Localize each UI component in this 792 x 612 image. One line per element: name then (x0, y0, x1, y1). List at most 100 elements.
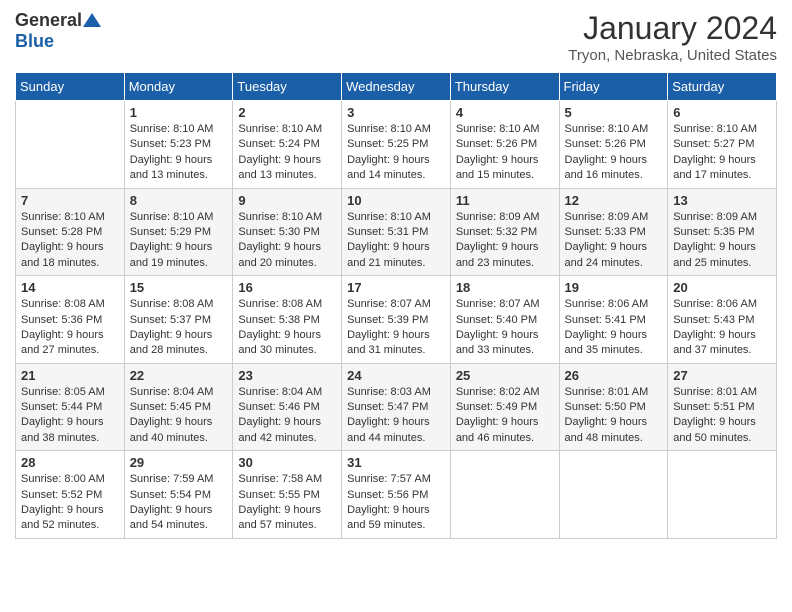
calendar-cell: 24 Sunrise: 8:03 AMSunset: 5:47 PMDayligh… (342, 363, 451, 451)
calendar-cell: 17Sunrise: 8:07 AMSunset: 5:39 PMDayligh… (342, 276, 451, 364)
header-cell-friday: Friday (559, 73, 668, 101)
calendar-cell: 8Sunrise: 8:10 AMSunset: 5:29 PMDaylight… (124, 188, 233, 276)
day-number: 25 (456, 368, 554, 383)
day-number: 9 (238, 193, 336, 208)
day-number: 31 (347, 455, 445, 470)
calendar-cell: 30 Sunrise: 7:58 AMSunset: 5:55 PMDayligh… (233, 451, 342, 539)
day-info: Sunrise: 8:06 AMSunset: 5:43 PMDaylight:… (673, 297, 771, 359)
day-number: 30 (238, 455, 336, 470)
header-row: SundayMondayTuesdayWednesdayThursdayFrid… (16, 73, 777, 101)
day-number: 11 (456, 193, 554, 208)
day-info: Sunrise: 8:08 AMSunset: 5:37 PMDaylight:… (130, 297, 228, 359)
day-number: 19 (565, 280, 663, 295)
day-info: Sunrise: 8:02 AMSunset: 5:49 PMDaylight:… (456, 385, 554, 447)
calendar-cell: 20 Sunrise: 8:06 AMSunset: 5:43 PMDayligh… (668, 276, 777, 364)
day-number: 26 (565, 368, 663, 383)
day-number: 18 (456, 280, 554, 295)
day-number: 21 (21, 368, 119, 383)
week-row-5: 28Sunrise: 8:00 AMSunset: 5:52 PMDayligh… (16, 451, 777, 539)
day-info: Sunrise: 8:08 AMSunset: 5:36 PMDaylight:… (21, 297, 119, 359)
calendar-cell: 6Sunrise: 8:10 AMSunset: 5:27 PMDaylight… (668, 101, 777, 189)
day-info: Sunrise: 8:01 AMSunset: 5:50 PMDaylight:… (565, 385, 663, 447)
day-number: 20 (673, 280, 771, 295)
calendar-cell: 1Sunrise: 8:10 AMSunset: 5:23 PMDaylight… (124, 101, 233, 189)
calendar-cell (559, 451, 668, 539)
day-info: Sunrise: 8:06 AMSunset: 5:41 PMDaylight:… (565, 297, 663, 359)
calendar-cell: 15 Sunrise: 8:08 AMSunset: 5:37 PMDayligh… (124, 276, 233, 364)
calendar-cell: 29Sunrise: 7:59 AMSunset: 5:54 PMDayligh… (124, 451, 233, 539)
calendar-cell: 14 Sunrise: 8:08 AMSunset: 5:36 PMDayligh… (16, 276, 125, 364)
calendar-table: SundayMondayTuesdayWednesdayThursdayFrid… (15, 72, 777, 539)
calendar-cell (668, 451, 777, 539)
day-info: Sunrise: 8:10 AMSunset: 5:29 PMDaylight:… (130, 210, 228, 272)
week-row-3: 14 Sunrise: 8:08 AMSunset: 5:36 PMDayligh… (16, 276, 777, 364)
calendar-cell: 13 Sunrise: 8:09 AMSunset: 5:35 PMDayligh… (668, 188, 777, 276)
calendar-cell: 4 Sunrise: 8:10 AMSunset: 5:26 PMDaylight… (450, 101, 559, 189)
header-cell-wednesday: Wednesday (342, 73, 451, 101)
calendar-cell: 3Sunrise: 8:10 AMSunset: 5:25 PMDaylight… (342, 101, 451, 189)
day-info: Sunrise: 8:05 AMSunset: 5:44 PMDaylight:… (21, 385, 119, 447)
main-title: January 2024 (568, 10, 777, 47)
logo-blue: Blue (15, 31, 54, 51)
week-row-2: 7 Sunrise: 8:10 AMSunset: 5:28 PMDaylight… (16, 188, 777, 276)
header-cell-tuesday: Tuesday (233, 73, 342, 101)
day-number: 10 (347, 193, 445, 208)
day-number: 13 (673, 193, 771, 208)
week-row-4: 21 Sunrise: 8:05 AMSunset: 5:44 PMDayligh… (16, 363, 777, 451)
calendar-cell: 23 Sunrise: 8:04 AMSunset: 5:46 PMDayligh… (233, 363, 342, 451)
day-number: 7 (21, 193, 119, 208)
day-number: 4 (456, 105, 554, 120)
day-number: 1 (130, 105, 228, 120)
day-number: 27 (673, 368, 771, 383)
day-number: 12 (565, 193, 663, 208)
calendar-cell: 27 Sunrise: 8:01 AMSunset: 5:51 PMDayligh… (668, 363, 777, 451)
day-number: 2 (238, 105, 336, 120)
day-number: 6 (673, 105, 771, 120)
header-cell-monday: Monday (124, 73, 233, 101)
calendar-cell: 16 Sunrise: 8:08 AMSunset: 5:38 PMDayligh… (233, 276, 342, 364)
week-row-1: 1Sunrise: 8:10 AMSunset: 5:23 PMDaylight… (16, 101, 777, 189)
calendar-cell: 5Sunrise: 8:10 AMSunset: 5:26 PMDaylight… (559, 101, 668, 189)
calendar-cell: 7 Sunrise: 8:10 AMSunset: 5:28 PMDaylight… (16, 188, 125, 276)
calendar-cell: 12 Sunrise: 8:09 AMSunset: 5:33 PMDayligh… (559, 188, 668, 276)
day-number: 16 (238, 280, 336, 295)
day-number: 15 (130, 280, 228, 295)
title-area: January 2024 Tryon, Nebraska, United Sta… (568, 10, 777, 64)
day-info: Sunrise: 8:03 AMSunset: 5:47 PMDaylight:… (347, 385, 445, 447)
logo-general: General (15, 10, 82, 31)
day-info: Sunrise: 8:10 AMSunset: 5:28 PMDaylight:… (21, 210, 119, 272)
calendar-cell: 9 Sunrise: 8:10 AMSunset: 5:30 PMDaylight… (233, 188, 342, 276)
logo: General Blue (15, 10, 101, 52)
day-info: Sunrise: 8:07 AMSunset: 5:39 PMDaylight:… (347, 297, 445, 359)
subtitle: Tryon, Nebraska, United States (568, 47, 777, 64)
day-number: 28 (21, 455, 119, 470)
day-info: Sunrise: 8:08 AMSunset: 5:38 PMDaylight:… (238, 297, 336, 359)
calendar-cell: 22Sunrise: 8:04 AMSunset: 5:45 PMDayligh… (124, 363, 233, 451)
day-info: Sunrise: 8:09 AMSunset: 5:33 PMDaylight:… (565, 210, 663, 272)
day-number: 24 (347, 368, 445, 383)
day-info: Sunrise: 8:04 AMSunset: 5:46 PMDaylight:… (238, 385, 336, 447)
day-info: Sunrise: 7:57 AMSunset: 5:56 PMDaylight:… (347, 472, 445, 534)
page-container: General Blue January 2024 Tryon, Nebrask… (0, 0, 792, 549)
header-area: General Blue January 2024 Tryon, Nebrask… (15, 10, 777, 64)
day-number: 14 (21, 280, 119, 295)
day-number: 23 (238, 368, 336, 383)
day-info: Sunrise: 8:01 AMSunset: 5:51 PMDaylight:… (673, 385, 771, 447)
day-info: Sunrise: 8:07 AMSunset: 5:40 PMDaylight:… (456, 297, 554, 359)
calendar-cell: 25 Sunrise: 8:02 AMSunset: 5:49 PMDayligh… (450, 363, 559, 451)
day-info: Sunrise: 8:10 AMSunset: 5:31 PMDaylight:… (347, 210, 445, 272)
day-info: Sunrise: 8:09 AMSunset: 5:35 PMDaylight:… (673, 210, 771, 272)
calendar-cell: 11Sunrise: 8:09 AMSunset: 5:32 PMDayligh… (450, 188, 559, 276)
calendar-cell (16, 101, 125, 189)
calendar-cell: 19 Sunrise: 8:06 AMSunset: 5:41 PMDayligh… (559, 276, 668, 364)
calendar-cell: 31 Sunrise: 7:57 AMSunset: 5:56 PMDayligh… (342, 451, 451, 539)
day-info: Sunrise: 8:10 AMSunset: 5:24 PMDaylight:… (238, 122, 336, 184)
day-info: Sunrise: 8:10 AMSunset: 5:25 PMDaylight:… (347, 122, 445, 184)
logo-icon (83, 11, 101, 29)
header-cell-thursday: Thursday (450, 73, 559, 101)
day-info: Sunrise: 7:59 AMSunset: 5:54 PMDaylight:… (130, 472, 228, 534)
calendar-cell (450, 451, 559, 539)
day-info: Sunrise: 7:58 AMSunset: 5:55 PMDaylight:… (238, 472, 336, 534)
day-info: Sunrise: 8:10 AMSunset: 5:30 PMDaylight:… (238, 210, 336, 272)
day-info: Sunrise: 8:10 AMSunset: 5:26 PMDaylight:… (456, 122, 554, 184)
